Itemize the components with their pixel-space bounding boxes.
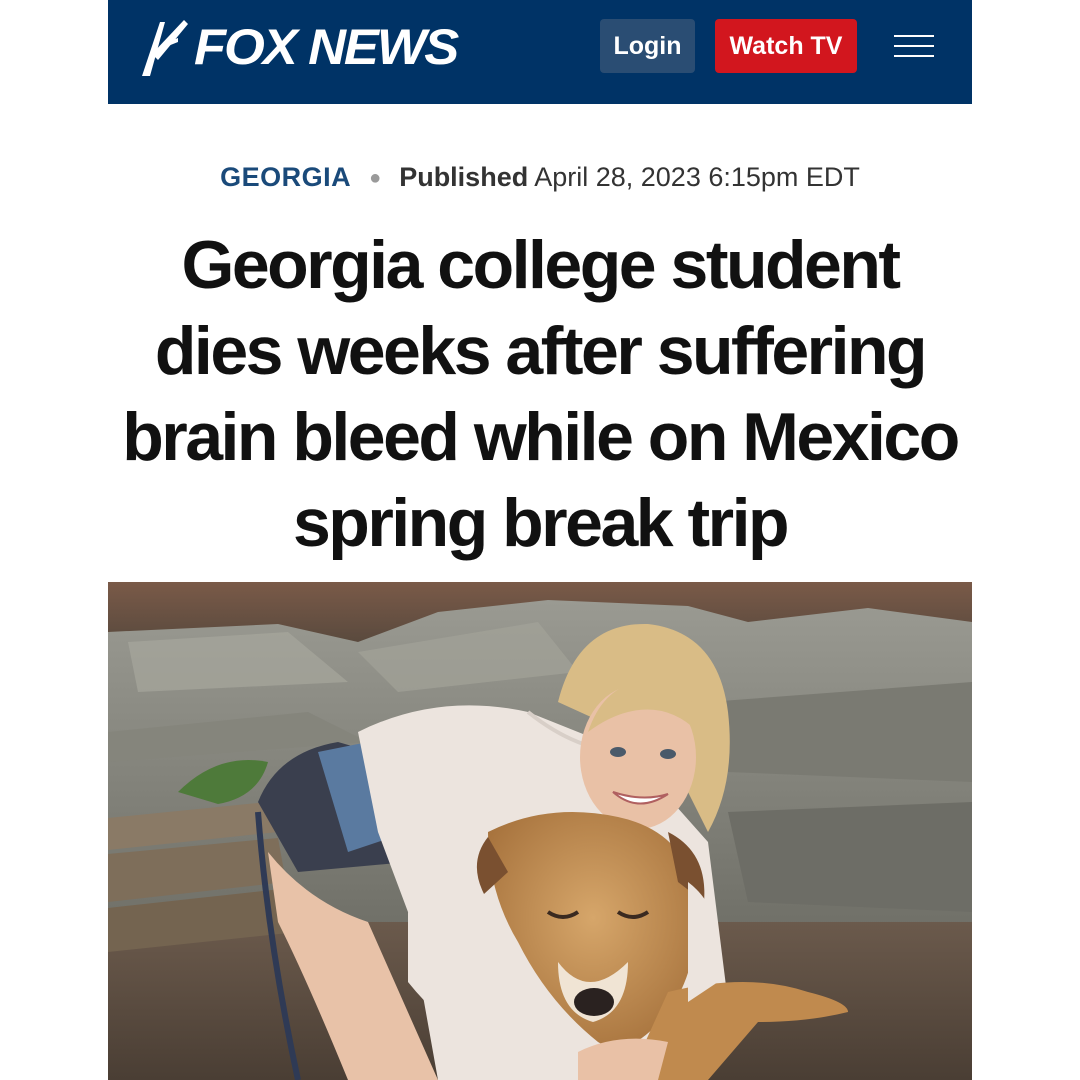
published-label: Published	[399, 162, 529, 192]
article-meta: GEORGIA ● Published April 28, 2023 6:15pm …	[0, 162, 1080, 193]
article-headline: Georgia college student dies weeks after…	[122, 227, 960, 561]
hamburger-menu-icon[interactable]	[894, 35, 934, 59]
watch-tv-button[interactable]: Watch TV	[715, 19, 857, 73]
logo-text: FOX NEWS	[194, 19, 459, 75]
section-link[interactable]: GEORGIA	[220, 162, 351, 192]
article-photo	[108, 582, 972, 1080]
fox-news-logo[interactable]: FOX NEWS	[138, 14, 468, 80]
site-header: FOX NEWS Login Watch TV	[108, 0, 972, 104]
searchlight-icon	[142, 20, 188, 76]
separator-dot-icon: ●	[369, 167, 382, 190]
published-date: April 28, 2023 6:15pm EDT	[534, 162, 860, 192]
login-button[interactable]: Login	[600, 19, 695, 73]
